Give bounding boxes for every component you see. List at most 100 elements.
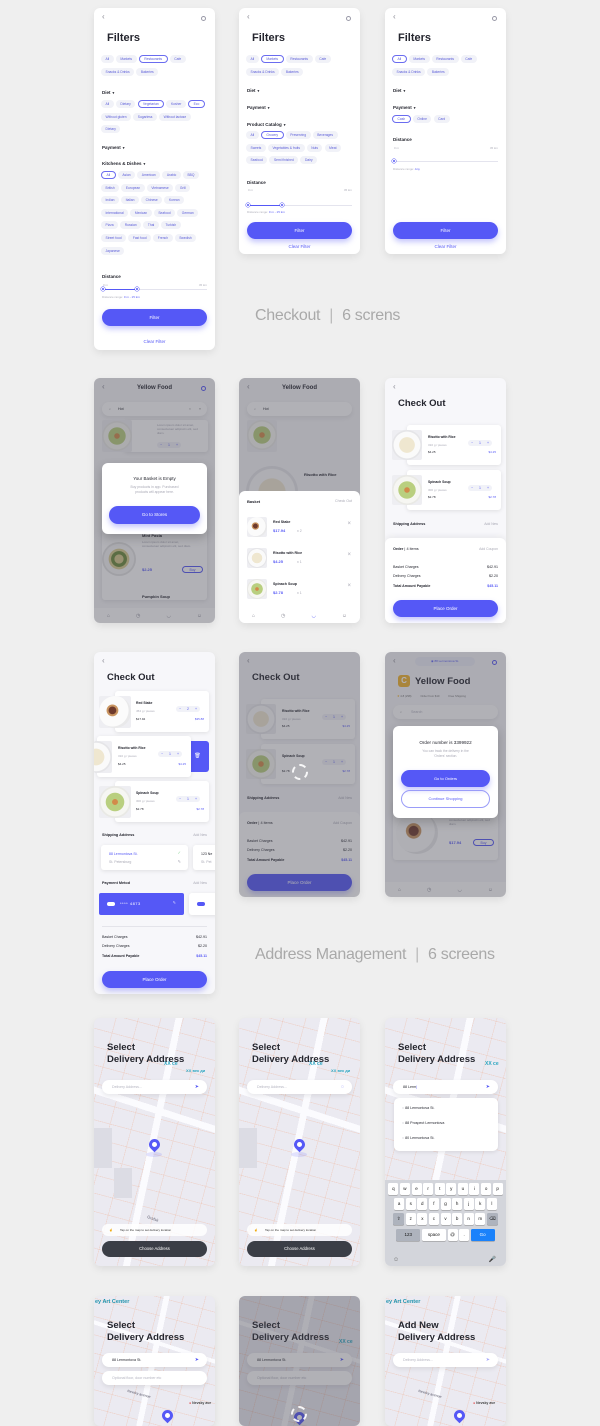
filter-chip[interactable]: Meat: [324, 143, 341, 152]
clear-filter-link[interactable]: Clear Filter: [94, 339, 215, 344]
payment-label[interactable]: Payment ▾: [247, 105, 270, 110]
filter-chip[interactable]: All: [246, 55, 259, 63]
filter-chip[interactable]: Online: [412, 115, 432, 123]
key-i[interactable]: i: [469, 1183, 480, 1195]
numbers-key[interactable]: 123: [396, 1228, 421, 1241]
go-to-stores-button[interactable]: Go to Stores: [109, 506, 200, 524]
quantity-stepper[interactable]: −1 +: [176, 796, 200, 802]
filter-chip[interactable]: Markets: [408, 55, 430, 63]
place-order-button[interactable]: Place Order: [393, 600, 498, 617]
remove-icon[interactable]: ×: [347, 521, 351, 527]
choose-address-button[interactable]: Choose Address: [247, 1241, 352, 1257]
slider-thumb-max[interactable]: [135, 287, 140, 292]
diet-label[interactable]: Diet ▾: [393, 88, 405, 93]
filter-chip[interactable]: Semi finished: [269, 156, 299, 165]
edit-icon[interactable]: ✎: [178, 859, 181, 864]
filter-chip[interactable]: Vietnamese: [146, 183, 174, 192]
delivery-address-input[interactable]: 88 Lerm| ➤: [393, 1080, 498, 1094]
key-m[interactable]: m: [475, 1213, 486, 1226]
filter-chip[interactable]: Sweets: [246, 143, 266, 152]
map-pin-icon[interactable]: [291, 1136, 308, 1153]
suggestion-item[interactable]: ○ 80 Lermontova St.: [402, 1136, 435, 1140]
filter-chip[interactable]: Indian: [101, 196, 119, 205]
back-icon[interactable]: ‹: [393, 12, 396, 21]
key-j[interactable]: j: [463, 1198, 474, 1211]
filter-chip[interactable]: Bakeries: [281, 67, 304, 76]
edit-icon[interactable]: ✎: [173, 900, 176, 905]
go-to-orders-button[interactable]: Go to Orders: [401, 770, 490, 787]
filter-chip[interactable]: Beverages: [312, 131, 338, 139]
add-address-link[interactable]: Add New: [484, 522, 498, 526]
filter-chip[interactable]: Markets: [115, 55, 137, 63]
filter-chip[interactable]: Mexican: [130, 208, 152, 217]
distance-slider[interactable]: [392, 159, 498, 164]
key-c[interactable]: c: [428, 1213, 439, 1226]
diet-label[interactable]: Diet ▾: [247, 88, 259, 93]
shift-key[interactable]: ⇧: [393, 1213, 405, 1226]
address-card[interactable]: 123 Ne St. Pet: [193, 845, 215, 870]
suggestion-item[interactable]: ○ 88 Prospect Lermontova: [402, 1121, 444, 1125]
filter-chip[interactable]: Dairy: [300, 156, 318, 165]
delivery-address-input[interactable]: Delivery Address... ➤: [393, 1353, 498, 1367]
slider-thumb-min[interactable]: [246, 203, 250, 208]
filter-chip[interactable]: Preserving: [285, 131, 311, 139]
locate-icon[interactable]: ➤: [195, 1080, 199, 1094]
basket-tab-icon[interactable]: ◡: [311, 613, 315, 619]
key-k[interactable]: k: [475, 1198, 486, 1211]
locate-icon[interactable]: ➤: [195, 1353, 199, 1367]
filter-chip[interactable]: Street food: [101, 233, 127, 242]
key-p[interactable]: p: [492, 1183, 503, 1195]
filter-chip[interactable]: Pizza: [101, 221, 119, 230]
filter-chip[interactable]: Restaurants: [285, 55, 313, 63]
slider-thumb-min[interactable]: [101, 287, 105, 292]
filter-chip[interactable]: French: [153, 233, 173, 242]
filter-chip[interactable]: Bakeries: [427, 67, 450, 76]
address-card-selected[interactable]: 88 Lermontova St. St. Petersburg ✓ ✎: [101, 845, 188, 870]
filter-chip[interactable]: Dietary: [115, 100, 136, 108]
back-icon[interactable]: ‹: [102, 656, 105, 665]
filter-chip[interactable]: All: [101, 100, 114, 108]
key-r[interactable]: r: [423, 1183, 434, 1195]
delivery-address-input[interactable]: Delivery Address... ➤: [102, 1080, 207, 1094]
slider-thumb-max[interactable]: [280, 203, 285, 208]
filter-chip[interactable]: Restaurants: [138, 55, 168, 63]
add-coupon-link[interactable]: Add Coupon: [479, 547, 498, 551]
payment-card[interactable]: [189, 893, 215, 915]
filter-chip[interactable]: Turkish: [160, 221, 181, 230]
continue-shopping-button[interactable]: Continue Shopping: [401, 790, 490, 808]
key-d[interactable]: d: [417, 1198, 428, 1211]
filter-chip[interactable]: Japanese: [101, 246, 125, 255]
clock-icon[interactable]: [492, 16, 497, 21]
map-pin-icon[interactable]: [159, 1407, 176, 1424]
profile-tab-icon[interactable]: ☺: [342, 613, 347, 619]
diet-label[interactable]: Diet ▾: [102, 90, 114, 95]
key-g[interactable]: g: [440, 1198, 451, 1211]
filter-chip[interactable]: Restaurants: [431, 55, 459, 63]
microphone-icon[interactable]: 🎤: [489, 1256, 496, 1263]
slider-thumb[interactable]: [392, 159, 396, 164]
filter-chip[interactable]: Dietary: [101, 125, 121, 134]
filter-chip[interactable]: Cafe: [460, 55, 477, 63]
map-pin-icon[interactable]: [146, 1136, 163, 1153]
place-order-button[interactable]: Place Order: [102, 971, 207, 988]
filter-chip[interactable]: International: [101, 208, 129, 217]
delivery-address-input[interactable]: 88 Lermontova St. ➤: [102, 1353, 207, 1367]
filter-chip[interactable]: Markets: [260, 55, 284, 63]
filter-button[interactable]: Filter: [102, 309, 207, 326]
emoji-icon[interactable]: ☺: [393, 1257, 399, 1263]
filter-chip[interactable]: Without gluten: [101, 112, 132, 121]
filter-button[interactable]: Filter: [247, 222, 352, 239]
key-z[interactable]: z: [405, 1213, 416, 1226]
filter-chip[interactable]: Swedish: [174, 233, 197, 242]
filter-chip[interactable]: Grill: [175, 183, 191, 192]
filter-chip[interactable]: Thai: [143, 221, 159, 230]
payment-card-selected[interactable]: **** 4873 ✎: [99, 893, 184, 915]
filter-chip[interactable]: Cash: [392, 115, 411, 123]
filter-chip[interactable]: Fast food: [128, 233, 152, 242]
delivery-address-input[interactable]: Delivery Address... ◌: [247, 1080, 352, 1094]
quantity-stepper[interactable]: −1 +: [158, 751, 182, 757]
backspace-key[interactable]: ⌫: [486, 1213, 498, 1226]
key-y[interactable]: y: [446, 1183, 457, 1195]
dot-key[interactable]: .: [459, 1228, 470, 1241]
filter-button[interactable]: Filter: [393, 222, 498, 239]
